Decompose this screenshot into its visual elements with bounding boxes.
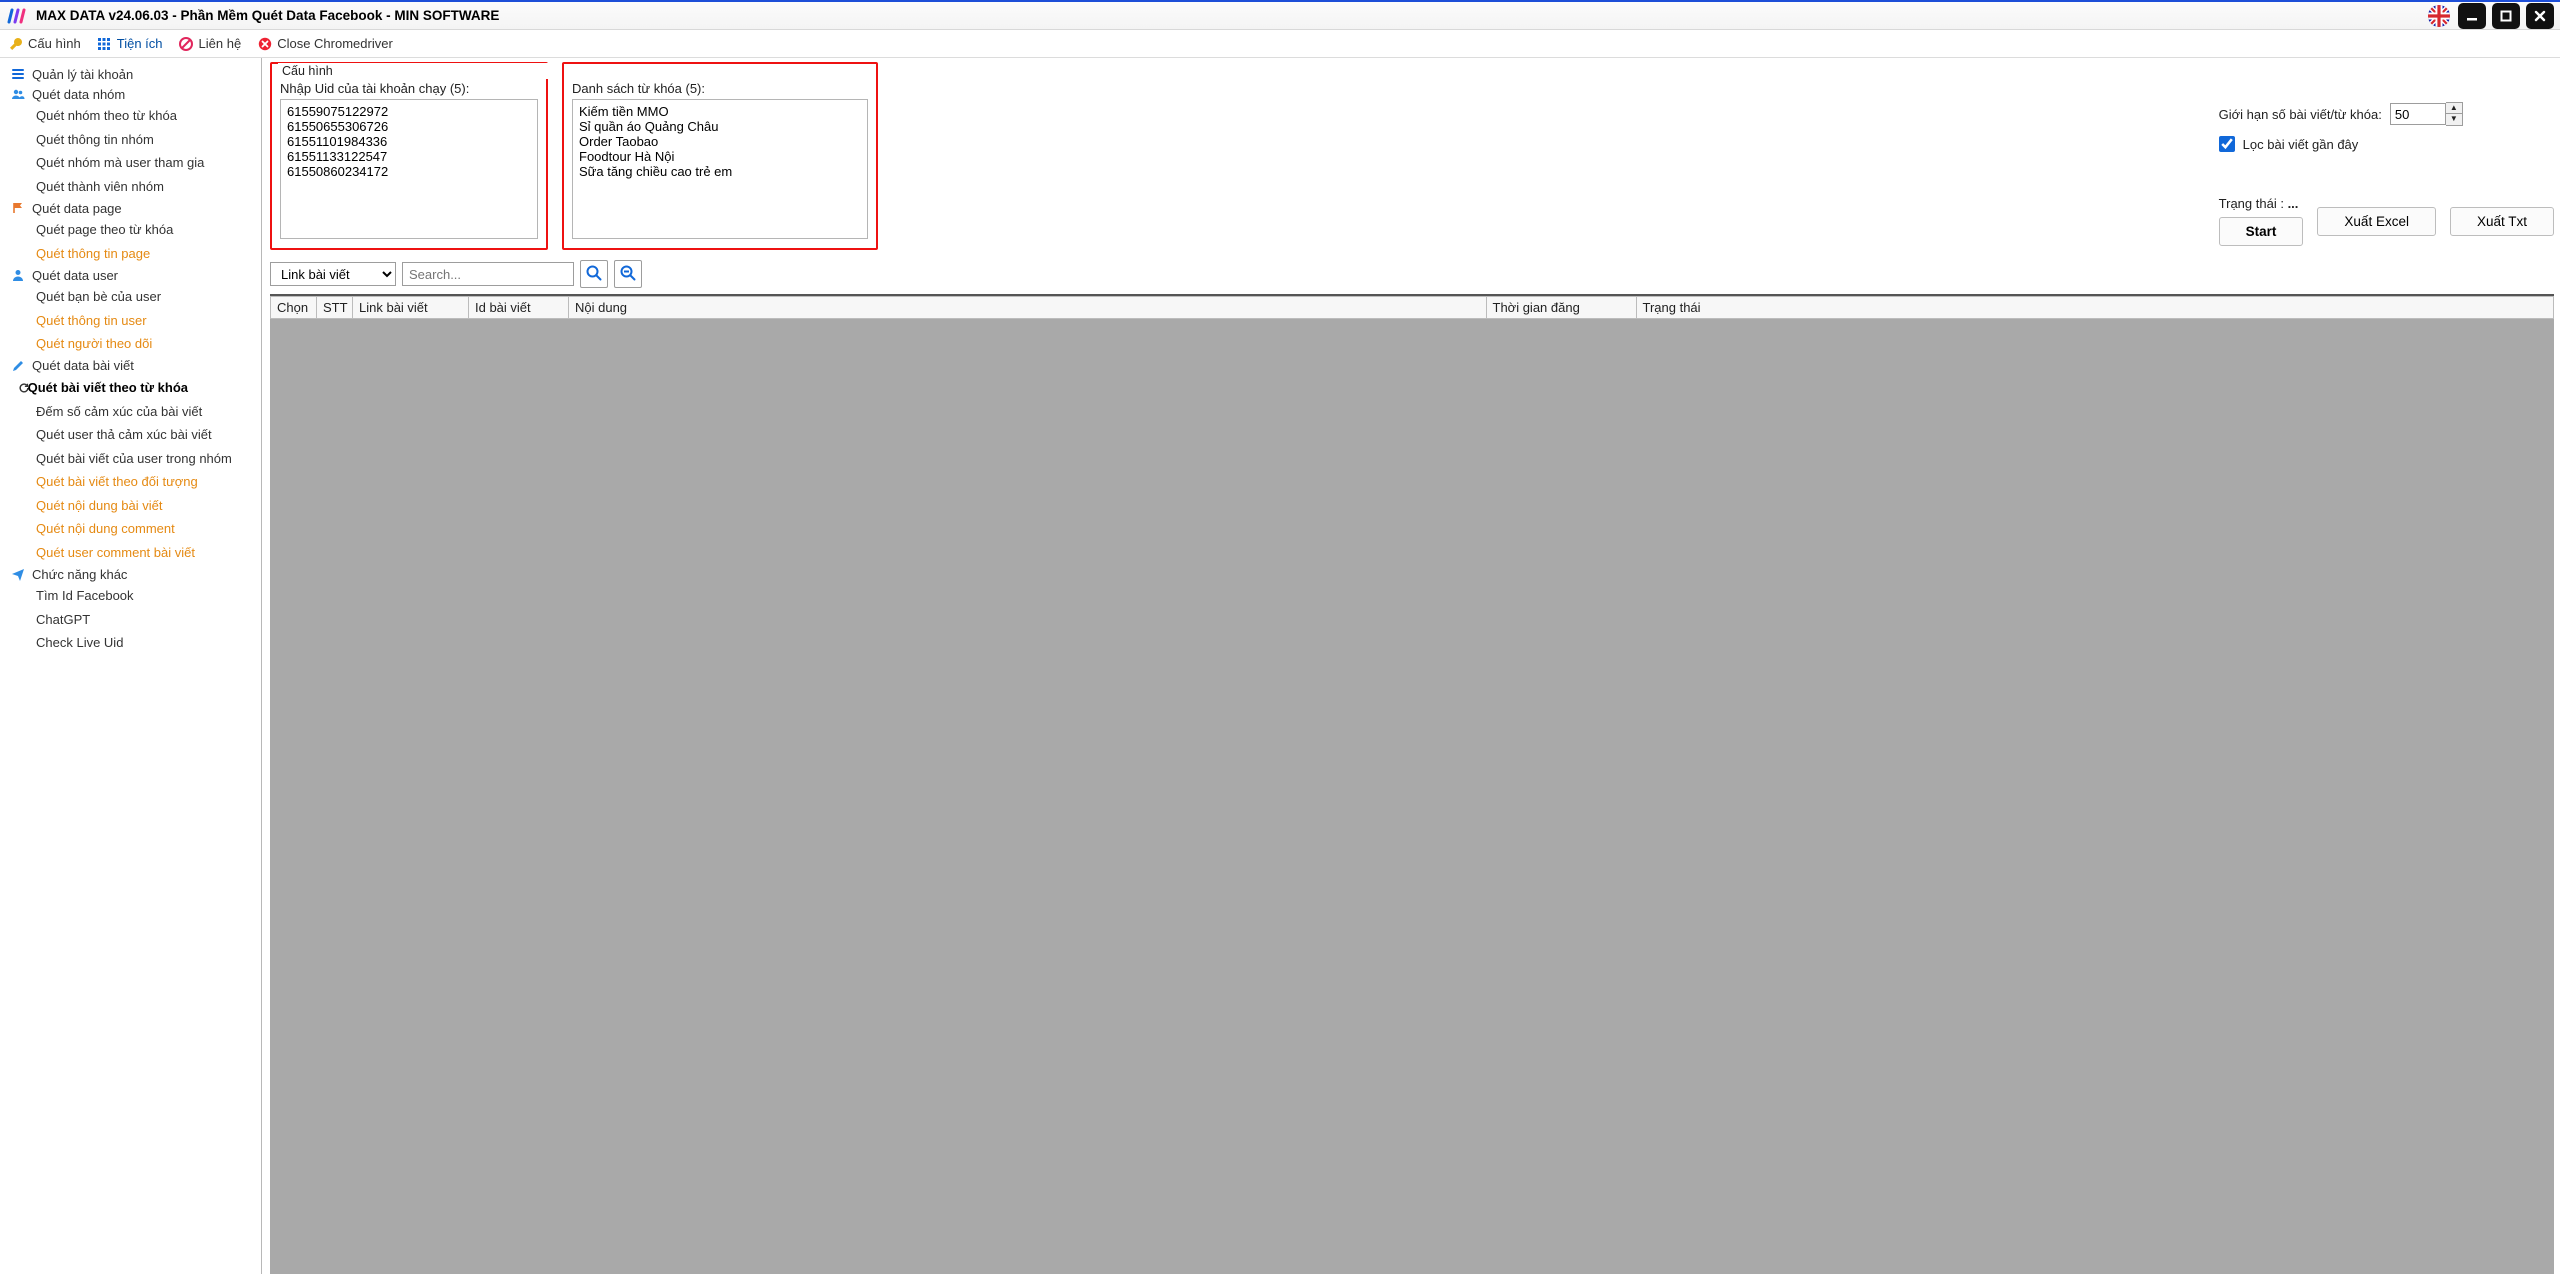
sidebar-item-posts-reactors[interactable]: Quét user thả cảm xúc bài viết — [0, 423, 261, 447]
sidebar-item-users-followers[interactable]: Quét người theo dõi — [0, 332, 261, 356]
export-excel-button[interactable]: Xuất Excel — [2317, 207, 2436, 236]
config-uid-fieldset: Cấu hình Nhập Uid của tài khoản chạy (5)… — [270, 62, 548, 250]
limit-input[interactable] — [2390, 103, 2446, 125]
toolbar-config[interactable]: Cấu hình — [8, 36, 81, 51]
toolbar-utilities[interactable]: Tiện ích — [97, 36, 163, 51]
language-flag-icon[interactable] — [2426, 3, 2452, 29]
flag-icon — [10, 200, 26, 216]
sidebar-item-posts-user-in-group[interactable]: Quét bài viết của user trong nhóm — [0, 447, 261, 471]
sidebar-item-check-live[interactable]: Check Live Uid — [0, 631, 261, 655]
sidebar-item-users-info[interactable]: Quét thông tin user — [0, 309, 261, 333]
search-field-select[interactable]: Link bài viết — [270, 262, 396, 286]
search-icon — [585, 264, 603, 285]
spinner-down-icon[interactable]: ▼ — [2446, 114, 2462, 125]
titlebar: MAX DATA v24.06.03 - Phần Mềm Quét Data … — [0, 0, 2560, 30]
recent-label: Lọc bài viết gần đây — [2243, 137, 2359, 152]
uid-label: Nhập Uid của tài khoản chạy (5): — [280, 81, 538, 96]
sidebar-item-groups-keyword[interactable]: Quét nhóm theo từ khóa — [0, 104, 261, 128]
close-circle-icon — [257, 36, 272, 51]
main-panel: Cấu hình Nhập Uid của tài khoản chạy (5)… — [262, 58, 2560, 1274]
grid-icon — [97, 36, 112, 51]
recent-checkbox[interactable] — [2219, 136, 2235, 152]
toolbar-contact-label: Liên hệ — [199, 36, 242, 51]
minimize-button[interactable] — [2458, 3, 2486, 29]
main-toolbar: Cấu hình Tiện ích Liên hệ Close Chromedr… — [0, 30, 2560, 58]
sidebar-item-posts-content[interactable]: Quét nội dung bài viết — [0, 494, 261, 518]
limit-label: Giới hạn số bài viết/từ khóa: — [2219, 107, 2382, 122]
table-header-row: Chọn STT Link bài viết Id bài viết Nội d… — [271, 297, 2554, 319]
maximize-button[interactable] — [2492, 3, 2520, 29]
sidebar-item-posts-reactions-count[interactable]: Đếm số cảm xúc của bài viết — [0, 400, 261, 424]
edit-icon — [10, 358, 26, 374]
sidebar-group-other[interactable]: Chức năng khác — [0, 564, 261, 584]
sidebar-item-groups-user[interactable]: Quét nhóm mà user tham gia — [0, 151, 261, 175]
toolbar-close-driver[interactable]: Close Chromedriver — [257, 36, 393, 51]
sidebar-group-accounts[interactable]: Quản lý tài khoản — [0, 64, 261, 84]
col-id[interactable]: Id bài viết — [469, 297, 569, 319]
app-logo-icon — [6, 5, 28, 27]
sidebar-item-chatgpt[interactable]: ChatGPT — [0, 608, 261, 632]
results-table: Chọn STT Link bài viết Id bài viết Nội d… — [270, 294, 2554, 1274]
toolbar-contact[interactable]: Liên hệ — [179, 36, 242, 51]
col-link[interactable]: Link bài viết — [353, 297, 469, 319]
users-icon — [10, 86, 26, 102]
send-icon — [10, 566, 26, 582]
sidebar-group-posts[interactable]: Quét data bài viết — [0, 356, 261, 376]
sidebar-item-posts-audience[interactable]: Quét bài viết theo đối tượng — [0, 470, 261, 494]
sidebar-group-pages[interactable]: Quét data page — [0, 198, 261, 218]
config-legend: Cấu hình — [278, 63, 552, 79]
sidebar-item-posts-comments[interactable]: Quét nội dung comment — [0, 517, 261, 541]
wrench-icon — [8, 36, 23, 51]
config-keywords-fieldset: . Danh sách từ khóa (5): — [562, 62, 878, 250]
close-button[interactable] — [2526, 3, 2554, 29]
sidebar-item-pages-keyword[interactable]: Quét page theo từ khóa — [0, 218, 261, 242]
spinner-up-icon[interactable]: ▲ — [2446, 103, 2462, 114]
sidebar-item-users-friends[interactable]: Quét bạn bè của user — [0, 285, 261, 309]
col-select[interactable]: Chọn — [271, 297, 317, 319]
status-label: Trạng thái : ... — [2219, 196, 2299, 211]
keywords-label: Danh sách từ khóa (5): — [572, 81, 868, 96]
search-bar: Link bài viết — [270, 260, 2554, 288]
uid-textarea[interactable] — [280, 99, 538, 239]
col-content[interactable]: Nội dung — [569, 297, 1487, 319]
user-icon — [10, 267, 26, 283]
options-panel: Giới hạn số bài viết/từ khóa: ▲ ▼ Lọc bà… — [2219, 62, 2554, 246]
sidebar-item-groups-members[interactable]: Quét thành viên nhóm — [0, 175, 261, 199]
toolbar-close-driver-label: Close Chromedriver — [277, 36, 393, 51]
start-button[interactable]: Start — [2219, 217, 2304, 246]
list-icon — [10, 66, 26, 82]
sidebar-group-users[interactable]: Quét data user — [0, 265, 261, 285]
sidebar-item-groups-info[interactable]: Quét thông tin nhóm — [0, 128, 261, 152]
sidebar-group-groups[interactable]: Quét data nhóm — [0, 84, 261, 104]
search-minus-icon — [619, 264, 637, 285]
sidebar-item-posts-commenters[interactable]: Quét user comment bài viết — [0, 541, 261, 565]
col-index[interactable]: STT — [317, 297, 353, 319]
sidebar-item-find-id[interactable]: Tìm Id Facebook — [0, 584, 261, 608]
sidebar: Quản lý tài khoản Quét data nhóm Quét nh… — [0, 58, 262, 1274]
keywords-textarea[interactable] — [572, 99, 868, 239]
search-button[interactable] — [580, 260, 608, 288]
limit-spinner[interactable]: ▲ ▼ — [2390, 102, 2463, 126]
toolbar-utilities-label: Tiện ích — [117, 36, 163, 51]
window-title: MAX DATA v24.06.03 - Phần Mềm Quét Data … — [36, 8, 2426, 23]
col-time[interactable]: Thời gian đăng — [1486, 297, 1636, 319]
table-empty-body — [270, 319, 2554, 1273]
export-txt-button[interactable]: Xuất Txt — [2450, 207, 2554, 236]
sidebar-item-pages-info[interactable]: Quét thông tin page — [0, 242, 261, 266]
sidebar-item-posts-keyword[interactable]: Quét bài viết theo từ khóa — [0, 376, 261, 400]
toolbar-config-label: Cấu hình — [28, 36, 81, 51]
search-input[interactable] — [402, 262, 574, 286]
col-status[interactable]: Trạng thái — [1636, 297, 2554, 319]
search-clear-button[interactable] — [614, 260, 642, 288]
forbidden-icon — [179, 36, 194, 51]
